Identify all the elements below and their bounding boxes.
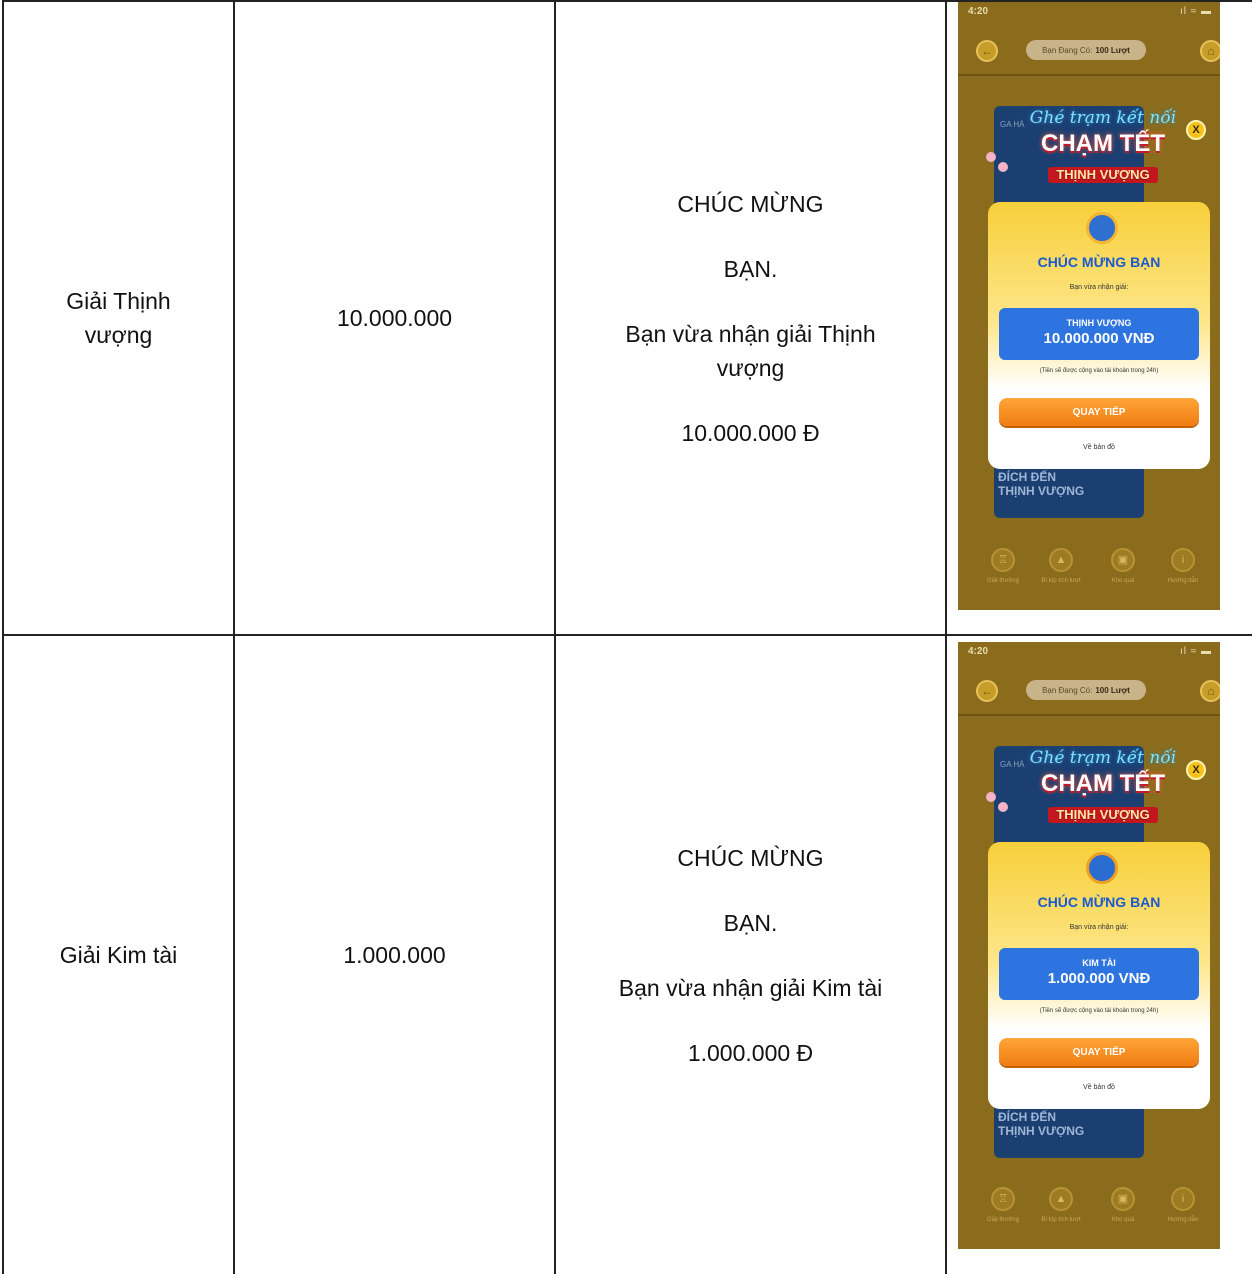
info-icon: i bbox=[1171, 548, 1195, 572]
close-button[interactable]: X bbox=[1186, 760, 1206, 780]
table-border-col4 bbox=[945, 0, 947, 1274]
congrats-heading: CHÚC MỪNG BẠN bbox=[1037, 254, 1161, 270]
mascot-icon bbox=[1086, 852, 1118, 884]
congrats-modal: CHÚC MỪNG BẠN Bạn vừa nhận giải: KIM TÀI… bbox=[988, 842, 1210, 1109]
info-icon: i bbox=[1171, 1187, 1195, 1211]
message-line: Bạn vừa nhận giải Thịnh vượng bbox=[625, 320, 876, 381]
payout-note: (Tiền sẽ được cộng vào tài khoản trong 2… bbox=[1039, 1008, 1159, 1014]
back-arrow-icon: ← bbox=[981, 44, 993, 58]
background-title: ĐÍCH ĐẾN THỊNH VƯỢNG bbox=[998, 1110, 1085, 1138]
banner-title: CHẠM TẾT bbox=[1041, 130, 1165, 157]
message-line: 10.000.000 Đ bbox=[681, 419, 820, 446]
amount-cell: 1.000.000 bbox=[235, 636, 554, 1274]
status-icons: ıl ≈ ▬ bbox=[1179, 6, 1212, 17]
prize-name-cell: Giải Thịnh vượng bbox=[4, 2, 233, 634]
close-icon: X bbox=[1192, 764, 1200, 776]
message-line: 1.000.000 Đ bbox=[687, 1039, 814, 1066]
prize-name: Giải Thịnh vượng bbox=[66, 288, 171, 348]
home-button[interactable]: ⌂ bbox=[1200, 680, 1220, 702]
trophy-icon: ♖ bbox=[991, 1187, 1015, 1211]
message-line: Bạn vừa nhận giải Kim tài bbox=[618, 974, 883, 1001]
bottom-nav: ♖ Giải thưởng ▲ Bí kíp tích lượt ▣ Kho q… bbox=[958, 1187, 1220, 1249]
home-button[interactable]: ⌂ bbox=[1200, 40, 1220, 62]
status-icons: ıl ≈ ▬ bbox=[1179, 646, 1212, 657]
prize-label: THỊNH VƯỢNG bbox=[1066, 318, 1132, 328]
flower-decoration bbox=[998, 802, 1008, 812]
back-to-map-link[interactable]: Về bản đồ bbox=[988, 444, 1210, 451]
bottom-nav: ♖ Giải thưởng ▲ Bí kíp tích lượt ▣ Kho q… bbox=[958, 548, 1220, 610]
spin-again-button[interactable]: QUAY TIẾP bbox=[999, 398, 1199, 426]
message-line: BẠN. bbox=[723, 255, 778, 282]
background-title: ĐÍCH ĐẾN THỊNH VƯỢNG bbox=[998, 470, 1085, 498]
gift-box-icon: ▣ bbox=[1111, 548, 1135, 572]
gift-tips-icon: ▲ bbox=[1049, 1187, 1073, 1211]
message-line: CHÚC MỪNG bbox=[677, 844, 824, 871]
prize-name-cell: Giải Kim tài bbox=[4, 636, 233, 1274]
payout-note: (Tiền sẽ được cộng vào tài khoản trong 2… bbox=[1039, 368, 1159, 374]
station-label: GA HÀ bbox=[1000, 120, 1025, 129]
congrats-heading: CHÚC MỪNG BẠN bbox=[1037, 894, 1161, 910]
status-time: 4:20 bbox=[968, 6, 989, 17]
mascot-icon bbox=[1086, 212, 1118, 244]
banner-subtitle: THỊNH VƯỢNG bbox=[1048, 167, 1158, 183]
banner-title: CHẠM TẾT bbox=[1041, 770, 1165, 797]
prize-value: 1.000.000 VNĐ bbox=[1047, 970, 1151, 987]
prize-box: THỊNH VƯỢNG 10.000.000 VNĐ bbox=[999, 308, 1199, 360]
close-button[interactable]: X bbox=[1186, 120, 1206, 140]
nav-prizes[interactable]: ♖ Giải thưởng bbox=[974, 1187, 1032, 1223]
message-cell: CHÚC MỪNG BẠN. Bạn vừa nhận giải Kim tài… bbox=[556, 636, 945, 1274]
nav-gift-store[interactable]: ▣ Kho quà bbox=[1094, 548, 1152, 584]
banner-script: Ghé trạm kết nối bbox=[1029, 748, 1177, 768]
spin-again-button[interactable]: QUAY TIẾP bbox=[999, 1038, 1199, 1066]
station-label: GA HÀ bbox=[1000, 760, 1025, 769]
message-line: CHÚC MỪNG bbox=[677, 190, 824, 217]
nav-tips[interactable]: ▲ Bí kíp tích lượt bbox=[1032, 1187, 1090, 1223]
nav-guide[interactable]: i Hướng dẫn bbox=[1154, 1187, 1212, 1223]
status-time: 4:20 bbox=[968, 646, 989, 657]
back-arrow-icon: ← bbox=[981, 684, 993, 698]
flower-decoration bbox=[986, 152, 996, 162]
banner-script: Ghé trạm kết nối bbox=[1029, 108, 1177, 128]
app-screenshot: 4:20 ıl ≈ ▬ ← Bạn Đang Có: 100 Lượt ⌂ GA … bbox=[958, 2, 1220, 610]
message-line: BẠN. bbox=[723, 909, 778, 936]
nav-gift-store[interactable]: ▣ Kho quà bbox=[1094, 1187, 1152, 1223]
congrats-modal: CHÚC MỪNG BẠN Bạn vừa nhận giải: THỊNH V… bbox=[988, 202, 1210, 469]
nav-prizes[interactable]: ♖ Giải thưởng bbox=[974, 548, 1032, 584]
turns-counter: Bạn Đang Có: 100 Lượt bbox=[1026, 680, 1146, 700]
amount-cell: 10.000.000 bbox=[235, 2, 554, 634]
gift-box-icon: ▣ bbox=[1111, 1187, 1135, 1211]
prize-name: Giải Kim tài bbox=[59, 942, 178, 968]
received-text: Bạn vừa nhận giải: bbox=[1069, 284, 1129, 291]
prize-label: KIM TÀI bbox=[1082, 958, 1116, 968]
back-button[interactable]: ← bbox=[976, 40, 998, 62]
message-cell: CHÚC MỪNG BẠN. Bạn vừa nhận giải Thịnh v… bbox=[556, 2, 945, 634]
app-screenshot: 4:20 ıl ≈ ▬ ← Bạn Đang Có: 100 Lượt ⌂ GA … bbox=[958, 642, 1220, 1249]
trophy-icon: ♖ bbox=[991, 548, 1015, 572]
close-icon: X bbox=[1192, 124, 1200, 136]
home-icon: ⌂ bbox=[1207, 44, 1215, 58]
back-to-map-link[interactable]: Về bản đồ bbox=[988, 1084, 1210, 1091]
prize-value: 10.000.000 VNĐ bbox=[1043, 330, 1155, 347]
prize-amount: 1.000.000 bbox=[343, 942, 446, 968]
nav-guide[interactable]: i Hướng dẫn bbox=[1154, 548, 1212, 584]
home-icon: ⌂ bbox=[1207, 684, 1215, 698]
flower-decoration bbox=[986, 792, 996, 802]
prize-box: KIM TÀI 1.000.000 VNĐ bbox=[999, 948, 1199, 1000]
flower-decoration bbox=[998, 162, 1008, 172]
back-button[interactable]: ← bbox=[976, 680, 998, 702]
prize-amount: 10.000.000 bbox=[336, 305, 453, 331]
gift-tips-icon: ▲ bbox=[1049, 548, 1073, 572]
turns-counter: Bạn Đang Có: 100 Lượt bbox=[1026, 40, 1146, 60]
banner-subtitle: THỊNH VƯỢNG bbox=[1048, 807, 1158, 823]
nav-tips[interactable]: ▲ Bí kíp tích lượt bbox=[1032, 548, 1090, 584]
received-text: Bạn vừa nhận giải: bbox=[1069, 924, 1129, 931]
